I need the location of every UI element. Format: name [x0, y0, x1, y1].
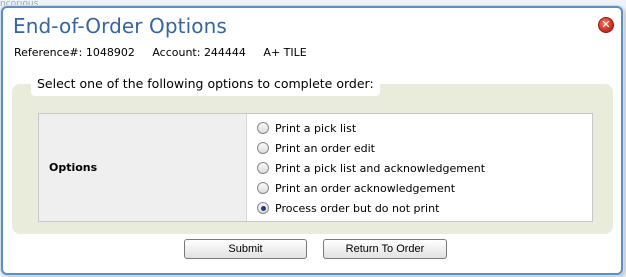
- return-to-order-button[interactable]: Return To Order: [323, 239, 447, 259]
- option-label: Print a pick list: [275, 121, 357, 135]
- radio-button[interactable]: [257, 182, 269, 194]
- radio-button-selected[interactable]: [257, 202, 269, 214]
- option-process-no-print[interactable]: Process order but do not print: [257, 198, 592, 218]
- option-label: Print an order edit: [275, 141, 375, 155]
- end-of-order-dialog: End-of-Order Options ✕ Reference#: 10489…: [1, 6, 623, 275]
- account-label: Account:: [152, 46, 201, 59]
- account-name: A+ TILE: [263, 46, 307, 59]
- option-label: Print a pick list and acknowledgement: [275, 161, 486, 175]
- radio-button[interactable]: [257, 142, 269, 154]
- reference-value: 1048902: [85, 46, 135, 59]
- reference-line: Reference#: 1048902 Account: 244444 A+ T…: [14, 46, 307, 59]
- submit-button[interactable]: Submit: [184, 239, 307, 259]
- option-print-order-ack[interactable]: Print an order acknowledgement: [257, 178, 592, 198]
- options-prompt: Select one of the following options to c…: [31, 72, 380, 96]
- option-print-pick-list-and-ack[interactable]: Print a pick list and acknowledgement: [257, 158, 592, 178]
- close-icon[interactable]: ✕: [598, 17, 614, 33]
- options-radio-group: Print a pick list Print an order edit Pr…: [247, 114, 592, 221]
- options-label: Options: [49, 161, 98, 174]
- reference-label: Reference#:: [14, 46, 83, 59]
- option-label: Print an order acknowledgement: [275, 181, 456, 195]
- dialog-title: End-of-Order Options: [13, 14, 227, 38]
- option-label: Process order but do not print: [275, 201, 440, 215]
- options-label-cell: Options: [39, 114, 247, 221]
- radio-button[interactable]: [257, 122, 269, 134]
- option-print-pick-list[interactable]: Print a pick list: [257, 118, 592, 138]
- account-value: 244444: [203, 46, 246, 59]
- options-table: Options Print a pick list Print an order…: [38, 113, 593, 222]
- radio-button[interactable]: [257, 162, 269, 174]
- option-print-order-edit[interactable]: Print an order edit: [257, 138, 592, 158]
